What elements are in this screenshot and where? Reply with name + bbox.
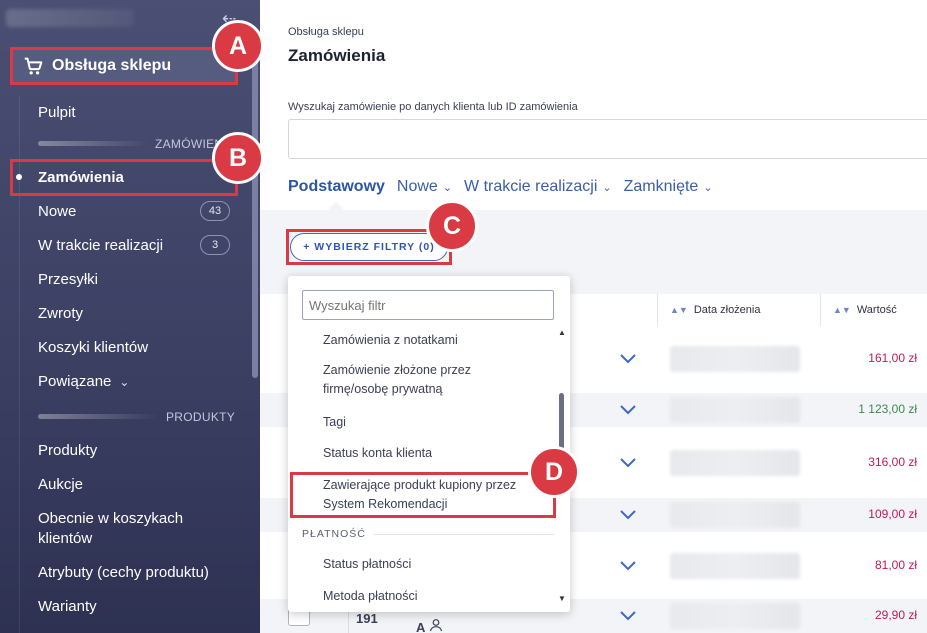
badge-in-progress-count: 3 xyxy=(200,235,230,255)
sidebar: ⇠ Obsługa sklepu Pulpit ZAMÓWIENIA Zamów… xyxy=(0,0,260,633)
badge-new-count: 43 xyxy=(200,201,230,221)
column-header-value[interactable]: ▲▼ Wartość xyxy=(820,294,927,326)
sidebar-item-in-progress[interactable]: W trakcie realizacji xyxy=(38,236,163,256)
sidebar-item-carts[interactable]: Koszyki klientów xyxy=(38,338,148,358)
customer-type-icon: A xyxy=(416,618,443,633)
annotation-marker-d: D xyxy=(528,446,580,498)
sidebar-item-products[interactable]: Produkty xyxy=(38,441,97,461)
tab-new[interactable]: Nowe ⌄ xyxy=(397,178,452,196)
group-label-products: PRODUKTY xyxy=(166,410,236,424)
blurred-date-cell xyxy=(670,346,800,372)
sidebar-item-auctions[interactable]: Aukcje xyxy=(38,475,83,495)
group-divider-products xyxy=(38,414,158,419)
blurred-date-cell xyxy=(670,502,800,528)
chevron-down-icon[interactable] xyxy=(618,506,638,524)
order-value: 109,00 zł xyxy=(868,507,917,521)
filter-item-payment-method[interactable]: Metoda płatności xyxy=(323,587,533,606)
order-tabs: Podstawowy Nowe ⌄ W trakcie realizacji ⌄ Z… xyxy=(288,176,725,198)
sidebar-item-in-carts[interactable]: Obecnie w koszykach klientów xyxy=(38,509,208,549)
breadcrumb[interactable]: Obsługa sklepu xyxy=(288,26,364,38)
sidebar-scrollbar[interactable] xyxy=(252,58,258,378)
sidebar-item-variants[interactable]: Warianty xyxy=(38,597,97,617)
section-label-payment: PŁATNOŚĆ xyxy=(302,528,366,540)
search-label: Wyszukaj zamówienie po danych klienta lu… xyxy=(288,101,578,113)
filter-item-notes[interactable]: Zamówienia z notatkami xyxy=(323,331,533,350)
chevron-down-icon[interactable] xyxy=(618,557,638,575)
chevron-down-icon: ⌄ xyxy=(703,181,713,194)
filter-item-account-status[interactable]: Status konta klienta xyxy=(323,444,533,463)
sort-icon: ▲▼ xyxy=(833,305,851,315)
chevron-down-icon: ⌄ xyxy=(602,181,612,194)
tab-closed[interactable]: Zamknięte ⌄ xyxy=(624,178,713,196)
order-value: 316,00 zł xyxy=(868,455,917,469)
order-value: 29,90 zł xyxy=(874,608,917,622)
tab-basic[interactable]: Podstawowy xyxy=(288,178,385,196)
chevron-down-icon[interactable] xyxy=(618,454,638,472)
blurred-date-cell xyxy=(670,603,800,629)
chevron-down-icon: ⌄ xyxy=(442,181,453,194)
chevron-down-icon[interactable] xyxy=(618,607,638,625)
scroll-down-icon[interactable]: ▼ xyxy=(558,594,566,603)
highlight-box-a xyxy=(10,47,238,85)
order-id[interactable]: 191 xyxy=(356,611,378,626)
blurred-date-cell xyxy=(670,450,800,476)
filter-item-payment-status[interactable]: Status płatności xyxy=(323,555,533,574)
annotation-marker-b: B xyxy=(212,132,264,184)
order-search-input[interactable] xyxy=(288,119,927,159)
tab-closed-label: Zamknięte xyxy=(623,178,699,195)
filter-search-input[interactable] xyxy=(302,290,554,320)
blurred-date-cell xyxy=(670,553,800,579)
filters-dropdown: ▲ Zamówienia z notatkami Zamówienie złoż… xyxy=(288,276,570,612)
column-value-label: Wartość xyxy=(856,304,897,316)
annotation-marker-c: C xyxy=(426,200,478,252)
column-header-date[interactable]: ▲▼ Data złożenia xyxy=(657,294,820,326)
column-date-label: Data złożenia xyxy=(693,304,761,316)
sidebar-item-attributes[interactable]: Atrybuty (cechy produktu) xyxy=(38,563,209,583)
chevron-down-icon[interactable] xyxy=(618,350,638,368)
annotation-marker-a: A xyxy=(212,20,264,72)
order-value: 81,00 zł xyxy=(874,558,917,572)
filter-item-tags[interactable]: Tagi xyxy=(323,413,533,432)
order-value: 1 123,00 zł xyxy=(858,402,917,416)
sidebar-item-related-label: Powiązane xyxy=(38,373,112,390)
active-tab-pointer xyxy=(328,202,344,210)
tab-in-progress-label: W trakcie realizacji xyxy=(464,178,598,195)
sidebar-item-related[interactable]: Powiązane ⌄ xyxy=(38,372,129,392)
logo xyxy=(6,9,134,27)
section-divider xyxy=(374,534,554,535)
page-title: Zamówienia xyxy=(288,46,386,65)
highlight-box-d xyxy=(290,472,556,518)
tab-new-label: Nowe xyxy=(396,178,438,195)
group-divider-orders xyxy=(38,141,148,146)
sidebar-item-pulpit[interactable]: Pulpit xyxy=(38,103,76,123)
highlight-box-b xyxy=(10,159,238,196)
sort-icon: ▲▼ xyxy=(670,305,688,315)
scroll-up-icon[interactable]: ▲ xyxy=(558,328,566,337)
order-value: 161,00 zł xyxy=(868,351,917,365)
sidebar-item-returns[interactable]: Zwroty xyxy=(38,304,83,324)
chevron-down-icon: ⌄ xyxy=(119,375,130,389)
sidebar-item-shipments[interactable]: Przesyłki xyxy=(38,270,98,290)
chevron-down-icon[interactable] xyxy=(618,401,638,419)
blurred-date-cell xyxy=(670,397,800,423)
tab-in-progress[interactable]: W trakcie realizacji ⌄ xyxy=(464,178,612,196)
sidebar-item-new[interactable]: Nowe xyxy=(38,202,76,222)
filter-item-customer-type[interactable]: Zamówienie złożone przez firmę/osobę pry… xyxy=(323,361,533,399)
customer-initial: A xyxy=(416,620,425,633)
user-icon xyxy=(429,619,442,632)
